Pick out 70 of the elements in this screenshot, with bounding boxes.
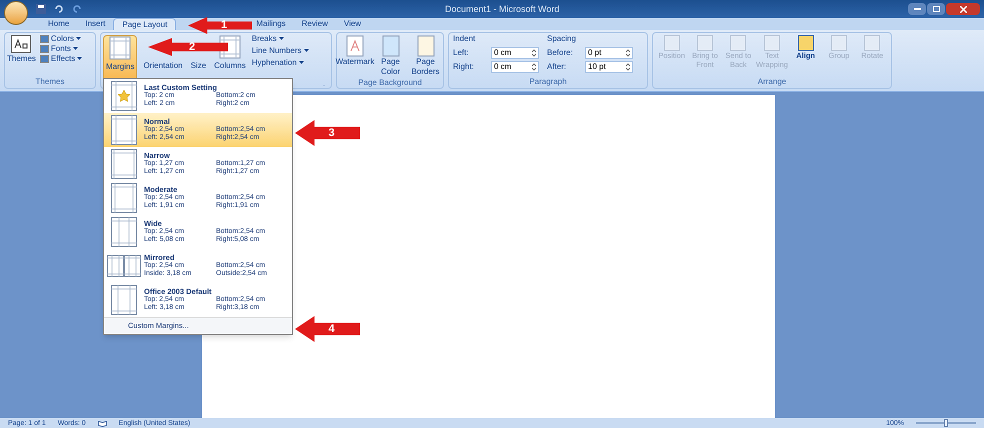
restore-button[interactable] [927, 3, 945, 15]
spin-field[interactable]: 0 cm [491, 47, 539, 59]
page-icon [109, 36, 132, 60]
office-button[interactable] [4, 1, 28, 25]
caret-icon [298, 61, 304, 65]
spin-field[interactable]: 10 pt [585, 61, 633, 73]
spinner-icon[interactable] [626, 63, 630, 71]
caret-icon [304, 49, 309, 53]
callout-number: 1 [220, 18, 228, 34]
spinner-icon[interactable] [532, 49, 536, 57]
page-setup-option[interactable]: Hyphenation [252, 59, 309, 67]
close-icon [960, 6, 966, 12]
page-icon [346, 35, 364, 57]
spinner-icon[interactable] [532, 63, 536, 71]
callout-arrow [295, 316, 360, 342]
callout-arrow [188, 17, 252, 34]
book-check-icon[interactable] [98, 420, 107, 426]
group-label: Paragraph [528, 78, 568, 88]
ribbon-button[interactable]: Orientation [141, 35, 185, 83]
ribbon-button[interactable]: Page Borders [410, 35, 441, 77]
minimize-button[interactable] [908, 3, 926, 15]
ribbon-tab[interactable]: Page Layout [113, 18, 176, 30]
ribbon-tab[interactable]: Review [294, 18, 336, 30]
undo-icon[interactable] [54, 4, 64, 14]
zoom-thumb[interactable] [944, 419, 948, 427]
page-setup-option[interactable]: Line Numbers [252, 47, 309, 55]
page-margins-icon [111, 285, 137, 315]
ribbon-tab[interactable]: Insert [77, 18, 114, 30]
group-label: Arrange [756, 78, 788, 88]
themes-icon [11, 35, 32, 53]
callout-number: 2 [188, 40, 196, 55]
caret-icon [77, 57, 82, 61]
spinner-icon[interactable] [626, 49, 630, 57]
field-label: Right: [453, 61, 475, 73]
themes-button[interactable]: Themes [7, 35, 36, 76]
field-label: After: [547, 61, 568, 73]
section-heading: Spacing [547, 33, 577, 45]
page-margins-icon [111, 217, 137, 247]
redo-icon[interactable] [72, 4, 82, 14]
caret-icon [72, 47, 78, 51]
two-page-icon [107, 255, 141, 277]
spin-field[interactable]: 0 pt [585, 47, 633, 59]
ribbon-tab[interactable]: Home [40, 18, 78, 30]
page-icon [382, 35, 400, 57]
theme-option[interactable]: Colors [40, 35, 82, 43]
group-label: Page Background [357, 79, 423, 89]
field-label: Before: [547, 47, 574, 59]
ribbon-button[interactable]: Page Color [375, 35, 406, 77]
callout-number: 3 [328, 126, 335, 141]
callout-number: 4 [328, 322, 335, 337]
page-setup-option[interactable]: Breaks [252, 35, 309, 43]
star-page-icon [111, 81, 137, 111]
page-margins-icon [111, 115, 137, 145]
callout-arrow [295, 120, 360, 146]
save-icon[interactable] [36, 4, 46, 14]
spin-field[interactable]: 0 cm [491, 61, 539, 73]
group-label: Themes [34, 78, 66, 88]
caret-icon [76, 37, 82, 41]
page-margins-icon [111, 149, 137, 179]
close-button[interactable] [946, 3, 980, 15]
ribbon-tab[interactable]: Mailings [248, 18, 294, 30]
page-margins-icon [111, 183, 137, 213]
window-title: Document1 - Microsoft Word [445, 3, 560, 16]
field-label: Left: [453, 47, 470, 59]
section-heading: Indent [453, 33, 476, 45]
theme-option[interactable]: Fonts [40, 45, 82, 53]
page-icon [416, 35, 434, 57]
caret-icon [278, 37, 284, 41]
theme-option[interactable]: Effects [40, 55, 82, 63]
ribbon-tab[interactable]: View [336, 18, 370, 30]
